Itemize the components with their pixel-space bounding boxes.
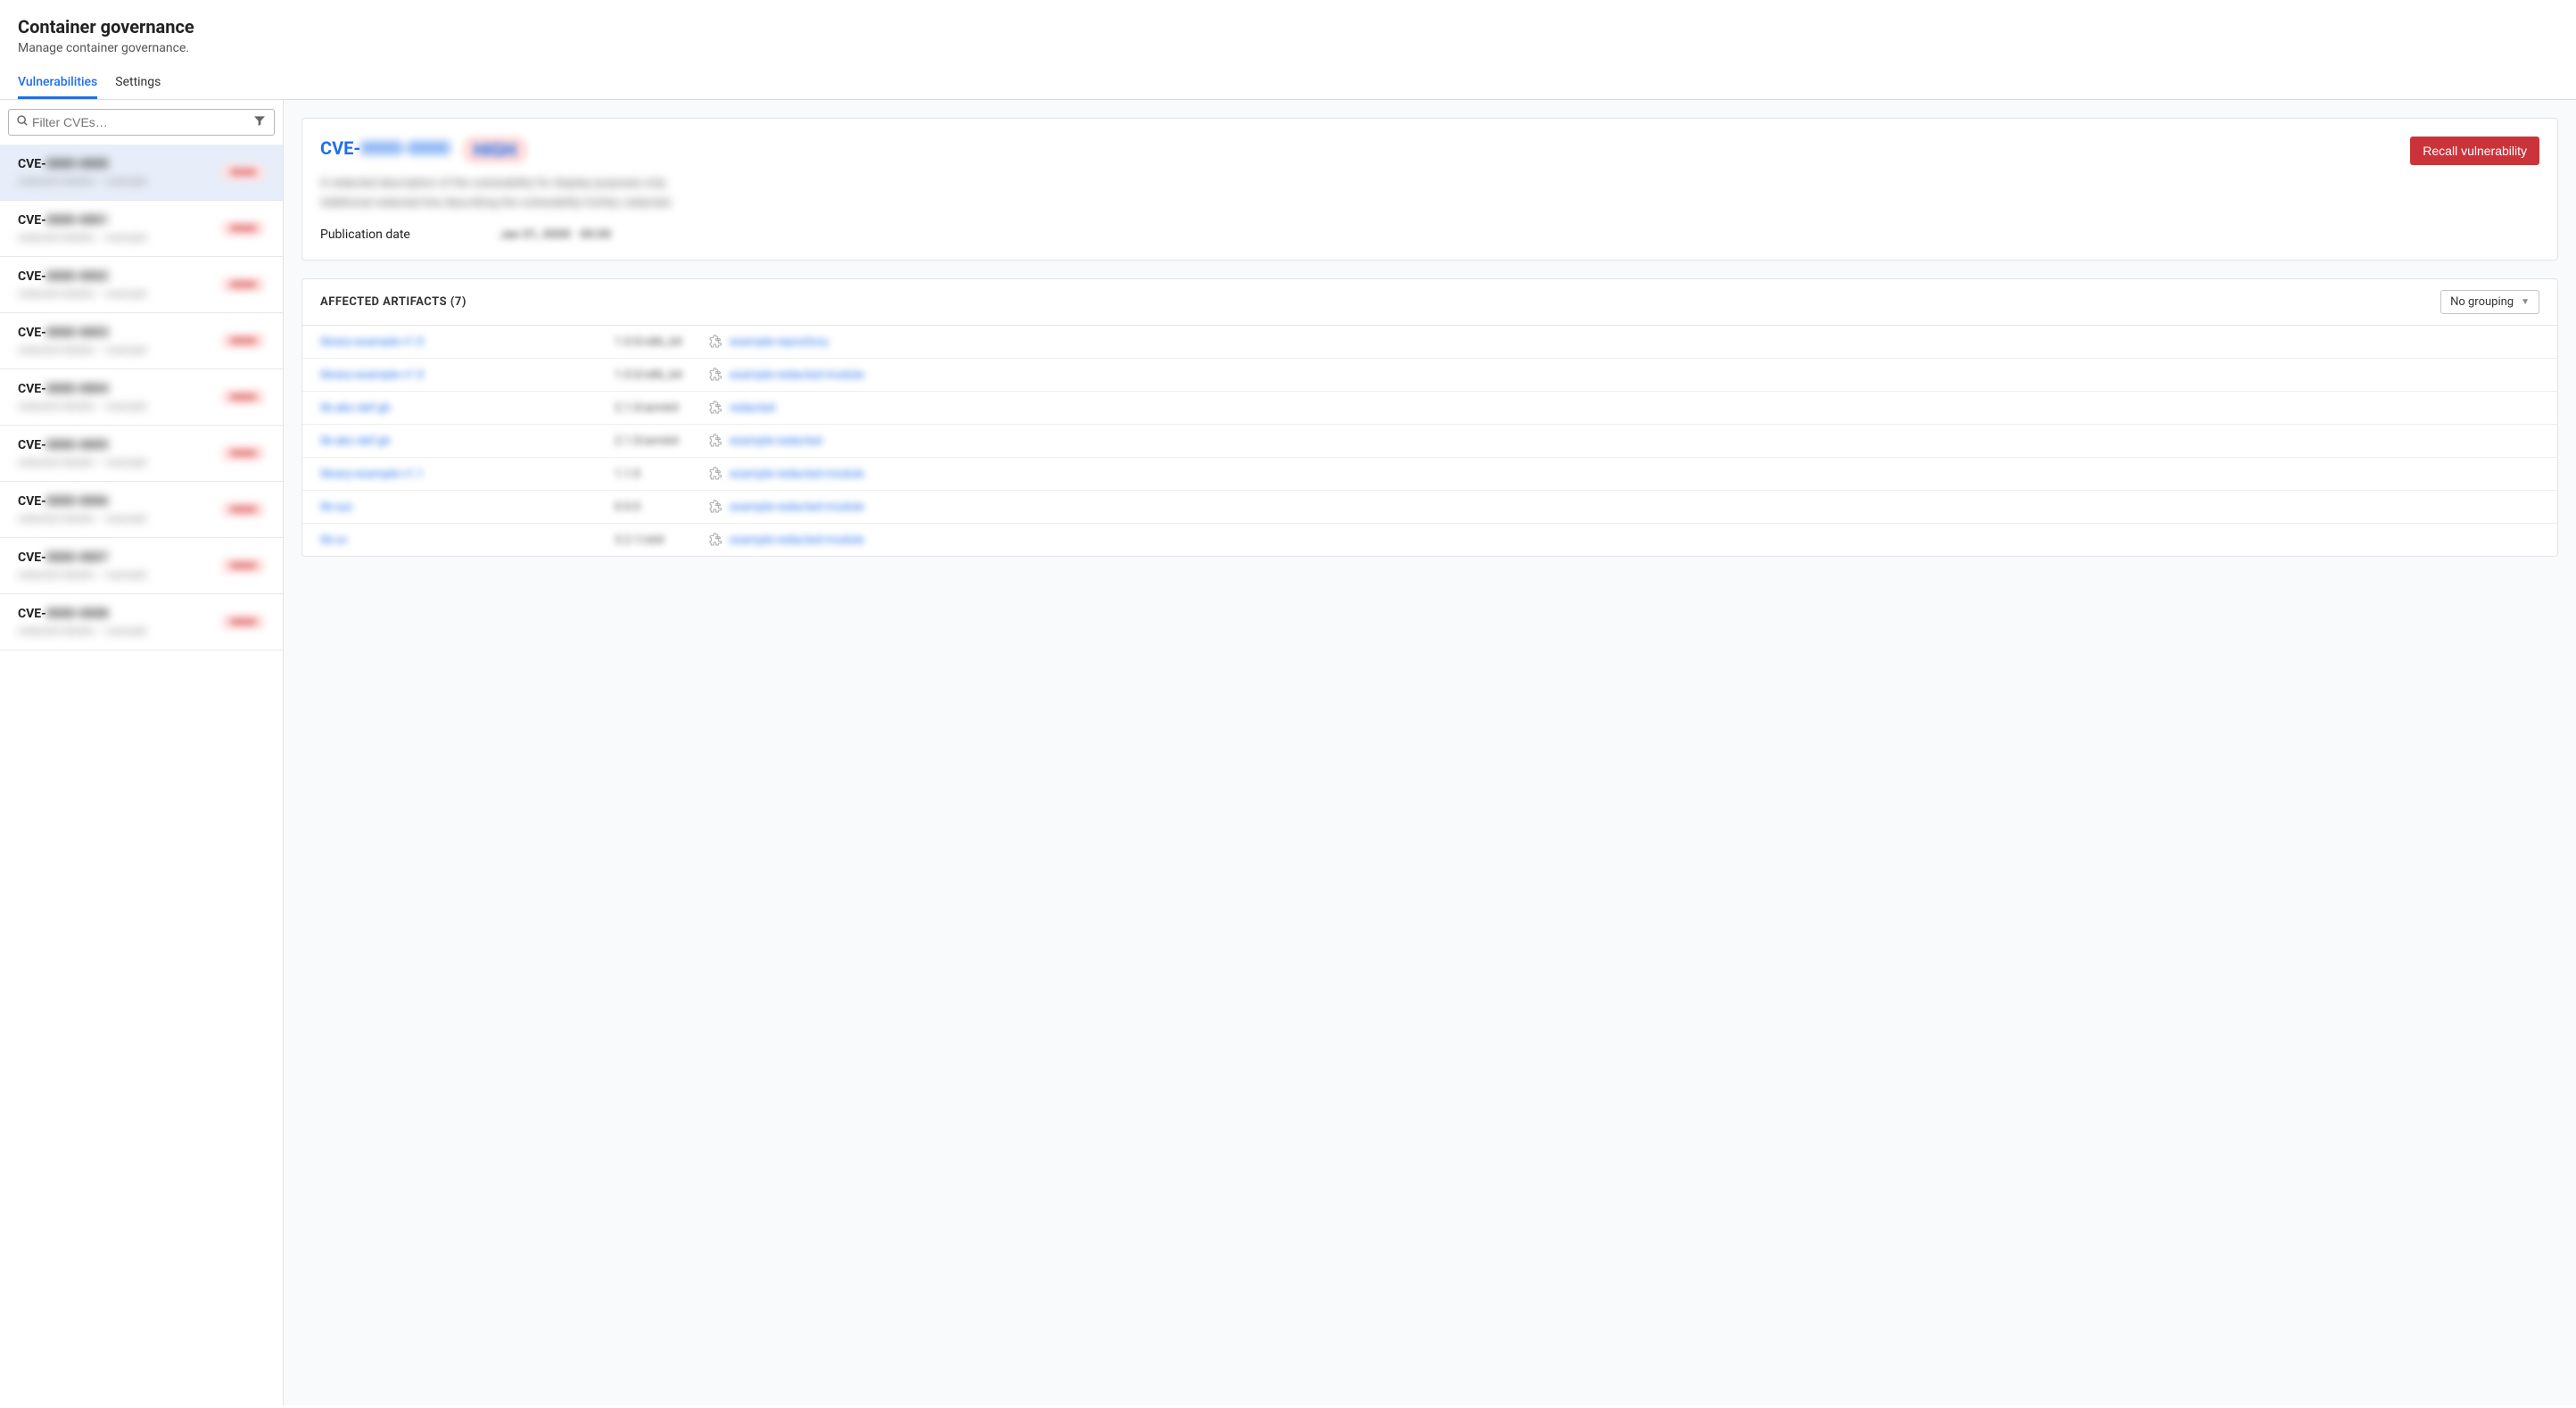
artifact-version: 1.0.0/x86_64 <box>615 369 708 382</box>
artifact-name: lib-abc-def-gh <box>320 435 615 448</box>
search-input[interactable] <box>29 113 252 131</box>
tab-settings[interactable]: Settings <box>115 66 161 99</box>
cve-detail-title: CVE-0000-0000 HIGH <box>320 137 527 159</box>
artifact-row[interactable]: lib-abc-def-gh2.1.0/arm64example-redacte… <box>302 425 2557 458</box>
artifact-version: 1.1.0 <box>615 468 708 481</box>
publication-date-value: Jan 01, 0000 · 00:00 <box>500 228 611 242</box>
severity-badge: HIGH <box>221 277 265 293</box>
severity-badge: HIGH <box>221 558 265 574</box>
artifact-version: 2.1.0/arm64 <box>615 435 708 448</box>
cve-description: A redacted description of the vulnerabil… <box>320 174 2539 213</box>
sidebar: CVE-0000-0000redacted details – exampleH… <box>0 100 284 1405</box>
puzzle-icon <box>708 533 722 547</box>
puzzle-icon <box>708 467 722 481</box>
main-content: CVE-0000-0000 HIGH Recall vulnerability … <box>284 100 2576 1405</box>
cve-list-item[interactable]: CVE-0000-0000redacted details – exampleH… <box>0 145 283 201</box>
artifact-row[interactable]: lib-xyz0.9.0example-redacted-module <box>302 491 2557 524</box>
chevron-down-icon: ▼ <box>2521 297 2530 307</box>
search-box[interactable] <box>8 109 275 136</box>
page-title: Container governance <box>18 16 2558 37</box>
artifact-name: lib-uv <box>320 534 615 547</box>
recall-vulnerability-button[interactable]: Recall vulnerability <box>2410 137 2539 165</box>
puzzle-icon <box>708 434 722 448</box>
artifact-name: lib-abc-def-gh <box>320 402 615 415</box>
severity-badge: HIGH <box>221 220 265 236</box>
artifact-version: 0.9.0 <box>615 501 708 514</box>
severity-badge: HIGH <box>221 445 265 461</box>
page-header: Container governance Manage container go… <box>0 0 2576 66</box>
page-subtitle: Manage container governance. <box>18 41 2558 55</box>
cve-list-item[interactable]: CVE-0000-0007redacted details – exampleH… <box>0 538 283 594</box>
cve-detail-panel: CVE-0000-0000 HIGH Recall vulnerability … <box>301 118 2558 261</box>
artifact-link[interactable]: example-redacted-module <box>708 467 864 481</box>
artifact-row[interactable]: lib-abc-def-gh2.1.0/arm64redacted <box>302 392 2557 425</box>
puzzle-icon <box>708 368 722 382</box>
cve-list-item[interactable]: CVE-0000-0004redacted details – exampleH… <box>0 369 283 426</box>
cve-list-item[interactable]: CVE-0000-0006redacted details – exampleH… <box>0 482 283 538</box>
artifact-name: library-example-v1.0 <box>320 335 615 349</box>
filter-icon[interactable] <box>252 113 267 131</box>
search-icon <box>16 114 29 130</box>
cve-meta: Publication date Jan 01, 0000 · 00:00 <box>320 228 2539 242</box>
artifact-version: 2.1.0/arm64 <box>615 402 708 415</box>
artifact-link[interactable]: redacted <box>708 401 775 415</box>
affected-artifacts-title: AFFECTED ARTIFACTS (7) <box>320 295 466 309</box>
artifact-link[interactable]: example-repository <box>708 335 829 349</box>
cve-list-item[interactable]: CVE-0000-0005redacted details – exampleH… <box>0 426 283 482</box>
artifact-row[interactable]: library-example-v1.01.0.0/x86_64example-… <box>302 359 2557 392</box>
artifact-version: 1.0.0/x86_64 <box>615 335 708 349</box>
puzzle-icon <box>708 335 722 349</box>
artifact-name: lib-xyz <box>320 501 615 514</box>
severity-badge: HIGH <box>463 137 527 163</box>
artifact-row[interactable]: library-example-v1.11.1.0example-redacte… <box>302 458 2557 491</box>
severity-badge: HIGH <box>221 614 265 630</box>
severity-badge: HIGH <box>221 389 265 405</box>
puzzle-icon <box>708 500 722 514</box>
publication-date-label: Publication date <box>320 228 410 242</box>
severity-badge: HIGH <box>221 333 265 349</box>
cve-list-item[interactable]: CVE-0000-0002redacted details – exampleH… <box>0 257 283 313</box>
cve-list: CVE-0000-0000redacted details – exampleH… <box>0 145 283 1405</box>
artifact-row[interactable]: lib-uv3.2.1/x64example-redacted-module <box>302 524 2557 556</box>
severity-badge: HIGH <box>221 501 265 518</box>
cve-list-item[interactable]: CVE-0000-0001redacted details – exampleH… <box>0 201 283 257</box>
affected-artifacts-panel: AFFECTED ARTIFACTS (7) No grouping ▼ lib… <box>301 278 2558 557</box>
severity-badge: HIGH <box>221 164 265 180</box>
grouping-select[interactable]: No grouping ▼ <box>2440 290 2539 314</box>
artifact-link[interactable]: example-redacted-module <box>708 500 864 514</box>
cve-list-item[interactable]: CVE-0000-0003redacted details – exampleH… <box>0 313 283 369</box>
puzzle-icon <box>708 401 722 415</box>
artifact-link[interactable]: example-redacted-module <box>708 533 864 547</box>
artifact-version: 3.2.1/x64 <box>615 534 708 547</box>
tab-bar: Vulnerabilities Settings <box>0 66 2576 100</box>
artifact-name: library-example-v1.0 <box>320 369 615 382</box>
artifact-name: library-example-v1.1 <box>320 468 615 481</box>
tab-vulnerabilities[interactable]: Vulnerabilities <box>18 66 97 99</box>
artifact-row[interactable]: library-example-v1.01.0.0/x86_64example-… <box>302 326 2557 359</box>
artifact-link[interactable]: example-redacted-module <box>708 368 864 382</box>
cve-list-item[interactable]: CVE-0000-0008redacted details – exampleH… <box>0 594 283 650</box>
artifact-link[interactable]: example-redacted <box>708 434 822 448</box>
